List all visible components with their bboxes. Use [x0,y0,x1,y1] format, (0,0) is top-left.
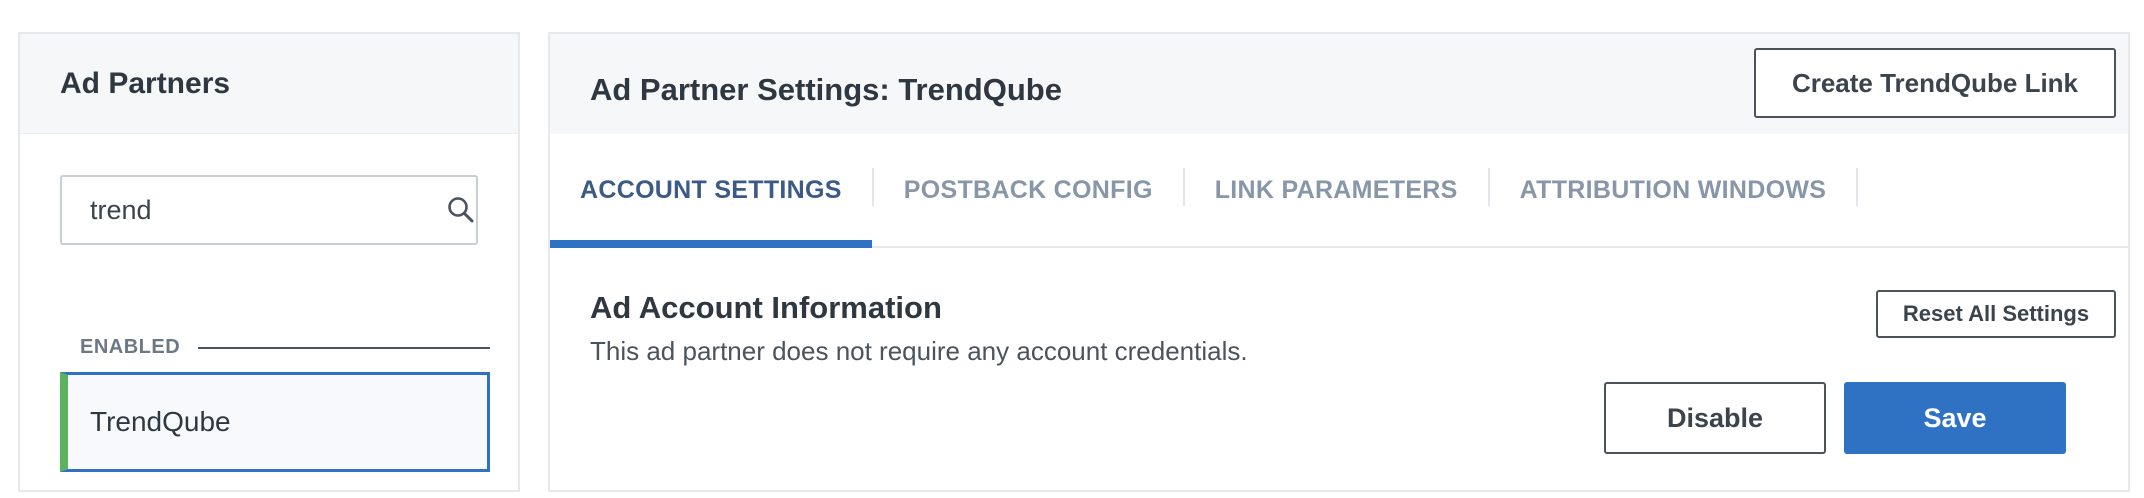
partner-item-label: TrendQube [90,406,231,437]
partner-search-input[interactable] [62,176,446,244]
reset-all-settings-button[interactable]: Reset All Settings [1876,290,2116,338]
tab-attribution-windows[interactable]: ATTRIBUTION WINDOWS [1490,134,1857,246]
ad-partners-header: Ad Partners [20,34,518,134]
partner-search-box[interactable] [60,175,478,245]
partner-item-trendqube[interactable]: TrendQube [60,372,490,472]
enabled-section-text: ENABLED [80,336,181,358]
section-description: This ad partner does not require any acc… [590,336,1248,366]
search-icon[interactable] [446,195,476,225]
save-button[interactable]: Save [1844,382,2066,454]
page-title: Ad Partner Settings: TrendQube [590,72,1062,107]
tab-divider [1856,168,1859,206]
settings-tabs: ACCOUNT SETTINGS POSTBACK CONFIG LINK PA… [550,134,2128,248]
section-title: Ad Account Information [590,290,942,325]
enabled-section-label: ENABLED [80,336,490,359]
section-divider [198,346,490,349]
tab-account-settings[interactable]: ACCOUNT SETTINGS [550,134,872,248]
disable-button[interactable]: Disable [1604,382,1826,454]
tab-link-parameters[interactable]: LINK PARAMETERS [1185,134,1488,246]
ad-partners-panel: Ad Partners ENABLED TrendQube [18,32,520,492]
account-settings-content: Ad Account Information This ad partner d… [550,248,2128,498]
partner-settings-header: Ad Partner Settings: TrendQube Create Tr… [550,34,2128,134]
ad-partners-title: Ad Partners [60,66,231,100]
create-link-button[interactable]: Create TrendQube Link [1754,48,2116,118]
tab-postback-config[interactable]: POSTBACK CONFIG [874,134,1183,246]
partner-settings-panel: Ad Partner Settings: TrendQube Create Tr… [548,32,2130,492]
